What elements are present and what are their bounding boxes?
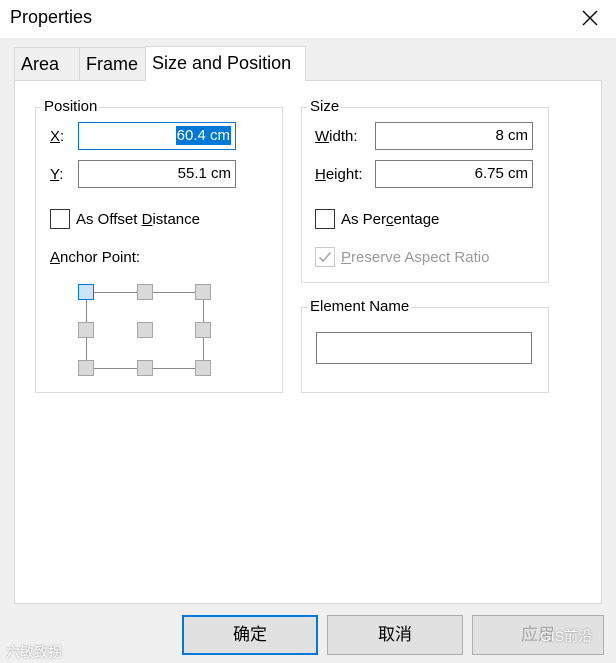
anchor-middle-left[interactable] bbox=[78, 322, 94, 338]
anchor-bottom-left[interactable] bbox=[78, 360, 94, 376]
tab-panel: Position X: 60.4 cm Y: 55.1 cm As Offset… bbox=[14, 80, 602, 604]
tab-area-label: Area bbox=[21, 54, 60, 74]
anchor-bottom-center[interactable] bbox=[137, 360, 153, 376]
offset-distance-checkbox[interactable] bbox=[50, 209, 70, 229]
x-input-value: 60.4 cm bbox=[175, 126, 231, 145]
cancel-button-label: 取消 bbox=[378, 625, 412, 644]
width-label: Width: bbox=[315, 128, 358, 145]
dialog-body: Area Frame Size and Position Position X:… bbox=[0, 38, 616, 663]
offset-distance-label: As Offset Distance bbox=[76, 211, 200, 228]
y-label: Y: bbox=[50, 166, 64, 183]
width-input-value: 8 cm bbox=[495, 127, 528, 144]
tab-frame-label: Frame bbox=[86, 54, 139, 74]
close-button[interactable] bbox=[578, 6, 602, 30]
anchor-bottom-right[interactable] bbox=[195, 360, 211, 376]
element-name-group: Element Name bbox=[301, 299, 549, 393]
tab-size-and-position[interactable]: Size and Position bbox=[145, 46, 306, 81]
close-icon bbox=[582, 10, 598, 26]
cancel-button[interactable]: 取消 bbox=[327, 615, 463, 655]
size-group: Size Width: 8 cm Height: 6.75 cm As Perc… bbox=[301, 99, 549, 283]
x-label: X: bbox=[50, 128, 65, 145]
position-group: Position X: 60.4 cm Y: 55.1 cm As Offset… bbox=[35, 99, 283, 393]
width-input[interactable]: 8 cm bbox=[375, 122, 533, 150]
tab-area[interactable]: Area bbox=[14, 47, 80, 81]
x-input[interactable]: 60.4 cm bbox=[78, 122, 236, 150]
anchor-top-center[interactable] bbox=[137, 284, 153, 300]
anchor-point-label: Anchor Point: bbox=[50, 249, 141, 266]
window-title: Properties bbox=[10, 7, 93, 27]
as-percentage-label: As Percentage bbox=[341, 211, 440, 228]
anchor-middle-right[interactable] bbox=[195, 322, 211, 338]
element-name-group-title: Element Name bbox=[308, 298, 412, 315]
anchor-point-grid bbox=[78, 284, 228, 384]
tab-size-and-position-label: Size and Position bbox=[152, 53, 292, 73]
checkmark-icon bbox=[318, 251, 332, 263]
size-group-title: Size bbox=[308, 98, 342, 115]
watermark-right: GIS前沿 bbox=[540, 628, 593, 644]
anchor-top-left[interactable] bbox=[78, 284, 94, 300]
preserve-aspect-ratio-label: Preserve Aspect Ratio bbox=[341, 249, 490, 266]
position-group-title: Position bbox=[42, 98, 100, 115]
y-input-value: 55.1 cm bbox=[177, 165, 231, 182]
height-label: Height: bbox=[315, 166, 363, 183]
height-input[interactable]: 6.75 cm bbox=[375, 160, 533, 188]
watermark-left: 六敏致拐 bbox=[6, 644, 62, 660]
as-percentage-checkbox[interactable] bbox=[315, 209, 335, 229]
anchor-center[interactable] bbox=[137, 322, 153, 338]
ok-button-label: 确定 bbox=[233, 625, 267, 644]
y-input[interactable]: 55.1 cm bbox=[78, 160, 236, 188]
element-name-input[interactable] bbox=[316, 332, 532, 364]
preserve-aspect-ratio-checkbox[interactable] bbox=[315, 247, 335, 267]
height-input-value: 6.75 cm bbox=[474, 165, 528, 182]
anchor-top-right[interactable] bbox=[195, 284, 211, 300]
tab-frame[interactable]: Frame bbox=[79, 47, 146, 81]
ok-button[interactable]: 确定 bbox=[182, 615, 318, 655]
title-bar: Properties bbox=[0, 0, 616, 38]
